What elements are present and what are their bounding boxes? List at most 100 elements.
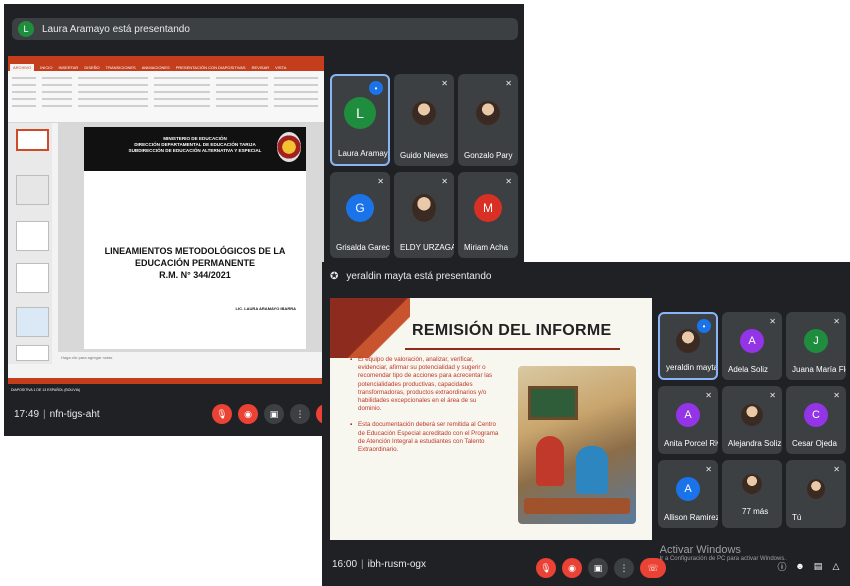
avatar: M [474,194,502,223]
participant-tile[interactable]: ✕ G Grisalda Gareca [330,172,390,258]
mic-off-icon: ✕ [833,465,840,474]
participant-tile[interactable]: ✕ A Allison Ramirez Es... [658,460,718,528]
mic-off-icon: ✕ [833,317,840,326]
presenting-banner-label: Laura Aramayo está presentando [42,23,190,35]
slide-title-line: R.M. N° 344/2021 [159,270,231,280]
participant-name: Guido Nieves [400,151,449,160]
participant-tile[interactable]: ✕ M Miriam Acha [458,172,518,258]
slide-thumbnail[interactable] [16,263,49,293]
slide-thumbnail[interactable] [16,129,49,151]
participant-photo [476,100,500,125]
table-figure [524,498,630,514]
slide-thumbnail[interactable] [16,307,49,337]
participant-name: Allison Ramirez Es... [664,513,718,522]
participant-tile[interactable]: ✕ Gonzalo Pary [458,74,518,166]
divider: | [361,558,364,570]
notes-pane[interactable]: Haga clic para agregar notas [58,352,324,364]
camera-off-button[interactable]: ◉ [238,404,258,424]
ppt-tab[interactable]: DISEÑO [84,64,99,71]
chat-icon[interactable]: ▤ [812,560,824,572]
participant-name: Gonzalo Pary [464,151,513,160]
presenting-banner[interactable]: L Laura Aramayo está presentando [12,18,518,40]
mic-off-icon: ✕ [705,391,712,400]
slide-thumbnail[interactable] [16,345,49,361]
call-controls: 🎙 ◉ ▣ ⋮ ☏ [536,558,666,578]
bullet-item: El equipo de valoración, analizar, verif… [350,356,500,413]
ppt-tab[interactable]: ANIMACIONES [142,64,170,71]
participant-tile[interactable]: ✕ A Adela Soliz [722,312,782,380]
more-options-button[interactable]: ⋮ [614,558,634,578]
speaking-indicator-icon: • [697,319,711,333]
participant-tile[interactable]: ✕ J Juana María Flores [786,312,846,380]
ppt-tab[interactable]: INSERTAR [58,64,78,71]
ppt-tab[interactable]: TRANSICIONES [106,64,136,71]
participant-photo [742,474,762,495]
ppt-tab[interactable]: ARCHIVO [10,64,35,71]
ppt-tab[interactable]: PRESENTACIÓN CON DIAPOSITIVAS [176,64,246,71]
windows-activation-watermark: Activar Windows Ir a Configuración de PC… [660,544,786,562]
slide-header: MINISTERIO DE EDUCACIÓN DIRECCIÓN DEPART… [84,127,306,171]
ppt-status-bar: DIAPOSITIVA 1 DE 13 ESPAÑOL (BOLIVIA) [8,378,324,392]
more-options-button[interactable]: ⋮ [290,404,310,424]
participant-name: yeraldin mayta [666,363,718,372]
participant-tile[interactable]: • yeraldin mayta [658,312,718,380]
participant-name: Miriam Acha [464,243,509,252]
mic-off-button[interactable]: 🎙 [536,558,556,578]
avatar: G [346,194,374,223]
camera-off-button[interactable]: ◉ [562,558,582,578]
ppt-tab[interactable]: INICIO [40,64,52,71]
ppt-tab[interactable]: REVISAR [252,64,270,71]
participant-name: Cesar Ojeda [792,439,837,448]
participant-photo [676,328,700,353]
participant-tile[interactable]: ✕ ELDY URZAGASTE [394,172,454,258]
ribbon-group [42,77,72,107]
participant-name: Juana María Flores [792,365,846,374]
ppt-ribbon-tabs: ARCHIVO INICIO INSERTAR DISEÑO TRANSICIO… [8,64,324,71]
participant-tile[interactable]: • L Laura Aramayo [330,74,390,166]
participant-tile[interactable]: ✕ Guido Nieves [394,74,454,166]
shared-slide: REMISIÓN DEL INFORME El equipo de valora… [330,298,652,540]
slide-thumbnail[interactable] [16,175,49,205]
avatar: C [804,402,828,427]
participant-tile[interactable]: ✕ Alejandra Soliz Ju... [722,386,782,454]
participant-photo [741,403,763,426]
mic-off-icon: ✕ [505,79,512,88]
ppt-tab[interactable]: VISTA [275,64,286,71]
slide-thumbnail[interactable] [16,221,49,251]
bullet-item: Esta documentación deberá ser remitida a… [350,421,500,454]
mic-off-icon: ✕ [769,391,776,400]
participant-name: Alejandra Soliz Ju... [728,439,782,448]
participant-name: Tú [792,513,802,522]
ribbon-group [78,77,148,107]
side-controls: ⓘ ☻ ▤ △ [776,560,842,572]
more-participants-label: 77 más [742,507,769,516]
mic-off-button[interactable]: 🎙 [212,404,232,424]
activities-icon[interactable]: △ [830,560,842,572]
avatar: J [804,328,828,353]
slide-title-line: EDUCACIÓN PERMANENTE [134,258,255,268]
mic-off-icon: ✕ [377,177,384,186]
self-tile[interactable]: ✕ Tú [786,460,846,528]
speaking-indicator-icon: • [369,81,383,95]
avatar: A [740,328,764,353]
meet-window-2: ✪ yeraldin mayta está presentando REMISI… [322,262,850,586]
info-icon[interactable]: ⓘ [776,560,788,572]
present-button[interactable]: ▣ [264,404,284,424]
ribbon-group [154,77,210,107]
meeting-code: ibh-rusm-ogx [367,558,426,570]
watermark-subtitle: Ir a Configuración de PC para activar Wi… [659,556,786,562]
people-icon[interactable]: ☻ [794,560,806,572]
chalkboard [528,386,578,420]
watermark-title: Activar Windows [659,544,741,556]
meeting-time: 16:00 [332,558,358,570]
mic-off-icon: ✕ [441,79,448,88]
present-button[interactable]: ▣ [588,558,608,578]
participant-name: ELDY URZAGASTE [400,243,454,252]
participant-tile[interactable]: ✕ A Anita Porcel Rivera [658,386,718,454]
presenting-banner[interactable]: ✪ yeraldin mayta está presentando [322,262,850,290]
more-participants-tile[interactable]: 77 más [722,460,782,528]
meeting-code: nfn-tigs-aht [49,408,100,420]
participant-tile[interactable]: ✕ C Cesar Ojeda [786,386,846,454]
slide-title-line: LINEAMIENTOS METODOLÓGICOS DE LA [104,246,286,256]
slide-editor: MINISTERIO DE EDUCACIÓN DIRECCIÓN DEPART… [58,123,324,364]
